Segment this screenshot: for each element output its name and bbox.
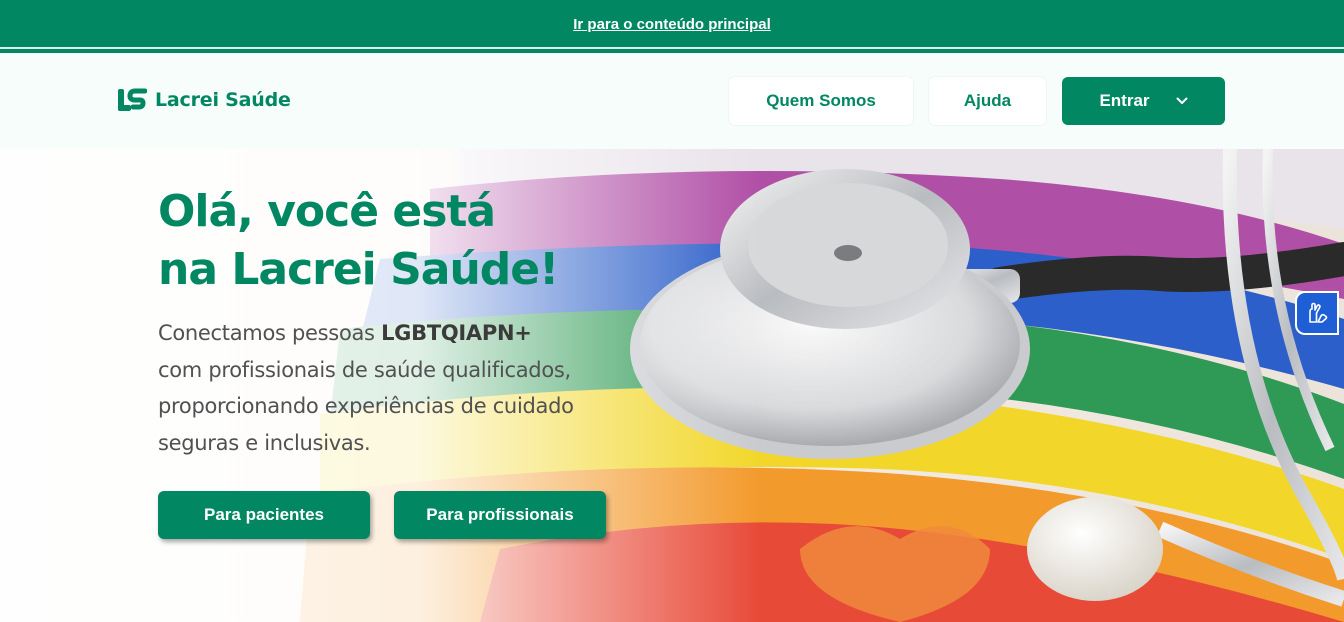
- skip-bar: Ir para o conteúdo principal: [0, 0, 1344, 53]
- help-button[interactable]: Ajuda: [929, 77, 1046, 125]
- hero-description-highlight: LGBTQIAPN+: [381, 321, 532, 345]
- sign-language-hands-icon: [1309, 302, 1328, 323]
- professionals-button[interactable]: Para profissionais: [394, 491, 606, 539]
- site-header: Lacrei Saúde Quem Somos Ajuda Entrar: [0, 53, 1344, 149]
- skip-to-content-link[interactable]: Ir para o conteúdo principal: [573, 16, 771, 33]
- hero-title: Olá, você está na Lacrei Saúde!: [158, 183, 678, 299]
- main-nav: Quem Somos Ajuda Entrar: [729, 77, 1225, 125]
- accessibility-widget-button[interactable]: [1297, 293, 1337, 333]
- hero-description-line2: com profissionais de saúde qualificados,: [158, 357, 571, 382]
- hero-description-prefix: Conectamos pessoas: [158, 321, 375, 345]
- chevron-down-icon: [1176, 97, 1188, 104]
- hero-section: Olá, você está na Lacrei Saúde! Conectam…: [0, 149, 1344, 622]
- about-us-button[interactable]: Quem Somos: [729, 77, 913, 125]
- hero-description: Conectamos pessoas LGBTQIAPN+ com profis…: [158, 315, 628, 461]
- hero-title-line2: na Lacrei Saúde!: [158, 244, 559, 295]
- logo-text: Lacrei Saúde: [155, 89, 291, 111]
- hero-description-line4: seguras e inclusivas.: [158, 430, 371, 455]
- login-button-label: Entrar: [1099, 91, 1150, 110]
- hero-title-line1: Olá, você está: [158, 186, 496, 237]
- lacrei-logo-icon: [118, 88, 147, 111]
- login-dropdown-button[interactable]: Entrar: [1062, 77, 1225, 125]
- patients-button[interactable]: Para pacientes: [158, 491, 370, 539]
- hero-description-line3: proporcionando experiências de cuidado: [158, 394, 574, 418]
- logo[interactable]: Lacrei Saúde: [117, 88, 291, 112]
